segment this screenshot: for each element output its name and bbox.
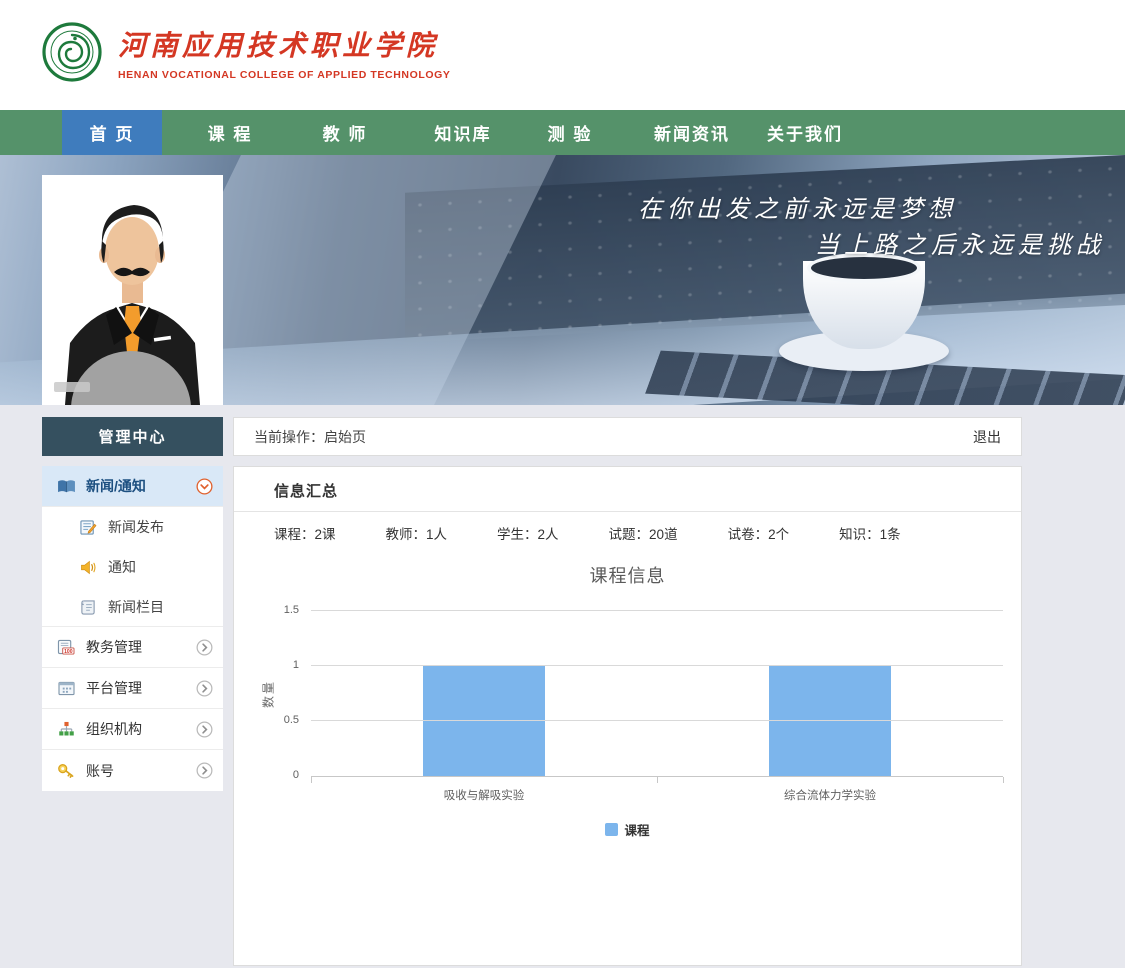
nav-item-home[interactable]: 首 页	[62, 110, 162, 155]
platform-grid-icon	[55, 681, 77, 696]
sidebar-item-news-publish[interactable]: 新闻发布	[42, 507, 223, 547]
x-category-label: 综合流体力学实验	[657, 787, 1003, 803]
college-seal-icon	[42, 22, 102, 82]
site-header: 河南应用技术职业学院 HENAN VOCATIONAL COLLEGE OF A…	[0, 0, 1125, 110]
chart-bars	[311, 611, 1003, 776]
key-icon	[55, 763, 77, 778]
sidebar-item-organization[interactable]: 组织机构	[42, 709, 223, 750]
sidebar-item-label: 账号	[86, 761, 114, 781]
gridline: 0.5	[311, 720, 1003, 721]
page: 河南应用技术职业学院 HENAN VOCATIONAL COLLEGE OF A…	[0, 0, 1125, 968]
sidebar-item-news-column[interactable]: 新闻栏目	[42, 587, 223, 627]
chart-xlabels: 吸收与解吸实验综合流体力学实验	[311, 787, 1003, 803]
logout-button[interactable]: 退出	[973, 427, 1001, 447]
x-tick	[311, 777, 312, 783]
sidebar-title: 管理中心	[42, 417, 223, 456]
avatar	[42, 175, 223, 405]
stat-questions: 试题：20道	[609, 523, 678, 543]
y-tick-label: 0.5	[284, 714, 299, 726]
x-category-label: 吸收与解吸实验	[311, 787, 657, 803]
x-tick	[1003, 777, 1004, 783]
sidebar-item-label: 教务管理	[86, 637, 142, 657]
chart-title: 课程信息	[234, 562, 1021, 588]
stat-courses: 课程：2课	[274, 523, 336, 543]
avatar-watermark	[54, 382, 90, 392]
sidebar-menu: 新闻/通知 新闻发布 通知 新	[42, 466, 223, 791]
x-tick	[657, 777, 658, 783]
stat-teachers: 教师：1人	[386, 523, 448, 543]
bar-slot	[311, 611, 657, 776]
slogan-line-2: 当上路之后永远是挑战	[638, 227, 1105, 263]
college-logo: 河南应用技术职业学院 HENAN VOCATIONAL COLLEGE OF A…	[42, 22, 451, 82]
bar-2[interactable]	[769, 666, 890, 776]
summary-title: 信息汇总	[274, 480, 338, 501]
sidebar-item-label: 新闻发布	[108, 517, 164, 537]
divider	[234, 511, 1021, 512]
sidebar-item-label: 通知	[108, 557, 136, 577]
sidebar-item-label: 新闻/通知	[86, 476, 146, 496]
slogan-line-1: 在你出发之前永远是梦想	[638, 191, 1105, 227]
chart-y-axis-label: 数量	[260, 680, 277, 708]
bar-slot	[657, 611, 1003, 776]
sidebar-item-notice[interactable]: 通知	[42, 547, 223, 587]
gridline: 1	[311, 665, 1003, 666]
nav-item-knowledge-base[interactable]: 知识库	[435, 110, 492, 155]
bar-1[interactable]	[423, 666, 544, 776]
news-edit-icon	[77, 519, 99, 536]
chevron-down-circle-icon[interactable]	[196, 478, 213, 495]
chevron-right-circle-icon	[196, 721, 213, 738]
sidebar-item-label: 平台管理	[86, 678, 142, 698]
nav-item-news[interactable]: 新闻资讯	[654, 110, 730, 155]
gridline: 1.5	[311, 610, 1003, 611]
college-name-en: HENAN VOCATIONAL COLLEGE OF APPLIED TECH…	[118, 69, 451, 81]
y-tick-label: 0	[293, 769, 299, 781]
nav-item-tests[interactable]: 测 验	[548, 110, 593, 155]
org-tree-icon	[55, 721, 77, 737]
chart-plot: 0 0.5 1 1.5	[311, 611, 1003, 777]
main-nav: 首 页 课 程 教 师 知识库 测 验 新闻资讯 关于我们	[0, 110, 1125, 155]
book-icon	[55, 479, 77, 494]
sidebar-item-news-notice[interactable]: 新闻/通知	[42, 466, 223, 507]
current-operation-label: 当前操作：启始页	[254, 427, 366, 447]
svg-text:100: 100	[64, 649, 73, 655]
nav-item-about-us[interactable]: 关于我们	[767, 110, 843, 155]
legend-label: 课程	[624, 820, 649, 839]
chart-legend[interactable]: 课程	[234, 820, 1021, 839]
stat-knowledge: 知识：1条	[839, 523, 901, 543]
stat-students: 学生：2人	[497, 523, 559, 543]
avatar-person-icon	[42, 175, 223, 405]
operation-bar: 当前操作：启始页 退出	[233, 417, 1022, 456]
sidebar-item-account[interactable]: 账号	[42, 750, 223, 791]
y-tick-label: 1	[293, 659, 299, 671]
speaker-icon	[77, 560, 99, 575]
sidebar-item-label: 新闻栏目	[108, 597, 164, 617]
chevron-right-circle-icon	[196, 639, 213, 656]
nav-item-teachers[interactable]: 教 师	[323, 110, 368, 155]
sidebar-item-academic-admin[interactable]: 100 教务管理	[42, 627, 223, 668]
nav-item-courses[interactable]: 课 程	[208, 110, 253, 155]
sidebar-item-platform-admin[interactable]: 平台管理	[42, 668, 223, 709]
legend-swatch	[605, 823, 618, 836]
news-column-icon	[77, 599, 99, 615]
college-name: 河南应用技术职业学院 HENAN VOCATIONAL COLLEGE OF A…	[118, 24, 451, 81]
stat-papers: 试卷：2个	[728, 523, 790, 543]
sidebar: 管理中心 新闻/通知 新闻发布 通	[42, 417, 223, 791]
chevron-right-circle-icon	[196, 680, 213, 697]
banner-slogan: 在你出发之前永远是梦想 当上路之后永远是挑战	[638, 191, 1105, 263]
college-name-zh: 河南应用技术职业学院	[118, 24, 451, 64]
main-panel: 信息汇总 课程：2课 教师：1人 学生：2人 试题：20道 试卷：2个 知识：1…	[233, 466, 1022, 966]
teaching-doc-icon: 100	[55, 639, 77, 655]
y-tick-label: 1.5	[284, 604, 299, 616]
chevron-right-circle-icon	[196, 762, 213, 779]
sidebar-item-label: 组织机构	[86, 719, 142, 739]
summary-stats: 课程：2课 教师：1人 学生：2人 试题：20道 试卷：2个 知识：1条	[274, 523, 901, 543]
gridline: 0	[311, 775, 1003, 776]
